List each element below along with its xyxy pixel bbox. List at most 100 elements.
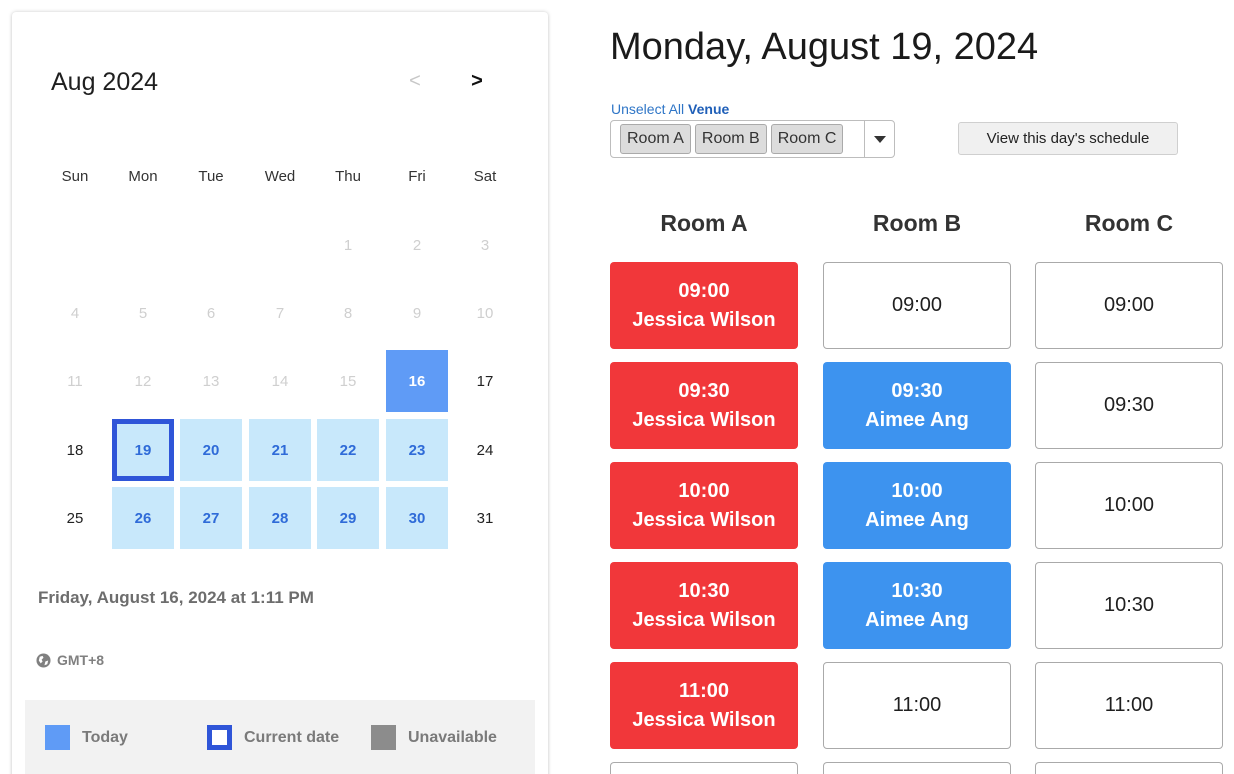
available-slot[interactable]: 11:00 [823, 662, 1011, 749]
day-cell[interactable]: 22 [317, 419, 379, 481]
page-title: Monday, August 19, 2024 [610, 26, 1039, 68]
day-cell[interactable]: 23 [386, 419, 448, 481]
available-slot[interactable]: 09:00 [823, 262, 1011, 349]
available-slot[interactable] [1035, 762, 1223, 774]
booked-slot[interactable]: 09:30 Jessica Wilson [610, 362, 798, 449]
legend-today-label: Today [82, 728, 128, 746]
slot-time: 09:30 [891, 379, 943, 402]
month-title: Aug 2024 [51, 68, 159, 96]
slot-time: 11:00 [892, 694, 942, 716]
day-cell: 5 [138, 304, 148, 322]
slot-booker: Aimee Ang [865, 408, 969, 431]
room-multiselect[interactable]: Room A Room B Room C [610, 120, 895, 158]
day-cell[interactable]: 27 [180, 487, 242, 549]
day-cell: 8 [343, 304, 353, 322]
available-slot[interactable] [610, 762, 798, 774]
slot-booker: Jessica Wilson [632, 408, 776, 431]
timezone-label: GMT+8 [57, 652, 105, 668]
day-cell[interactable]: 29 [317, 487, 379, 549]
view-day-schedule-button[interactable]: View this day's schedule [958, 122, 1178, 155]
day-cell: 4 [70, 304, 80, 322]
day-cell: 1 [343, 236, 353, 254]
slot-time: 09:30 [1103, 394, 1155, 416]
weekday-label: Sun [61, 168, 89, 185]
current-datetime: Friday, August 16, 2024 at 1:11 PM [38, 588, 314, 607]
day-cell[interactable]: 21 [249, 419, 311, 481]
prev-month-button[interactable]: < [404, 70, 426, 93]
selected-date-cell[interactable]: 19 [112, 419, 174, 481]
booked-slot[interactable]: 10:30 Jessica Wilson [610, 562, 798, 649]
booked-slot[interactable]: 10:00 Aimee Ang [823, 462, 1011, 549]
weekday-label: Tue [198, 168, 224, 185]
slot-time: 09:30 [678, 379, 730, 402]
day-cell: 13 [202, 372, 220, 390]
slot-time: 09:00 [891, 294, 943, 316]
venue-label: Venue [688, 101, 730, 117]
day-cell: 10 [476, 304, 494, 322]
slot-booker: Jessica Wilson [632, 508, 776, 531]
available-slot[interactable]: 09:00 [1035, 262, 1223, 349]
room-chip-c[interactable]: Room C [770, 124, 844, 154]
slot-time: 11:00 [678, 679, 730, 702]
day-cell[interactable]: 20 [180, 419, 242, 481]
booked-slot[interactable]: 10:30 Aimee Ang [823, 562, 1011, 649]
unavailable-swatch [371, 725, 396, 750]
slot-time: 10:00 [678, 479, 730, 502]
day-cell: 31 [476, 509, 494, 527]
slot-booker: Jessica Wilson [632, 308, 776, 331]
booked-slot[interactable]: 09:00 Jessica Wilson [610, 262, 798, 349]
slot-booker: Jessica Wilson [632, 708, 776, 731]
available-slot[interactable]: 11:00 [1035, 662, 1223, 749]
day-cell: 9 [412, 304, 422, 322]
day-cell: 11 [67, 372, 83, 390]
day-cell: 7 [275, 304, 285, 322]
room-header-b: Room B [872, 210, 962, 236]
venue-filter-label: Unselect All Venue [611, 101, 729, 117]
dropdown-arrow-icon[interactable] [864, 121, 894, 157]
available-slot[interactable]: 10:00 [1035, 462, 1223, 549]
weekday-label: Wed [264, 168, 296, 185]
globe-icon [36, 652, 51, 668]
weekday-label: Sat [473, 168, 497, 185]
slot-time: 10:00 [891, 479, 943, 502]
legend-today: Today [45, 725, 128, 750]
day-cell[interactable]: 26 [112, 487, 174, 549]
weekday-label: Mon [128, 168, 158, 185]
slot-booker: Jessica Wilson [632, 608, 776, 631]
available-slot[interactable]: 09:30 [1035, 362, 1223, 449]
weekday-label: Thu [335, 168, 361, 185]
slot-time: 09:00 [1103, 294, 1155, 316]
day-cell: 14 [271, 372, 289, 390]
legend-unavailable: Unavailable [371, 725, 497, 750]
day-cell: 2 [412, 236, 422, 254]
day-cell[interactable]: 30 [386, 487, 448, 549]
available-slot[interactable] [823, 762, 1011, 774]
timezone: GMT+8 [36, 652, 104, 668]
slot-time: 10:30 [1103, 594, 1155, 616]
day-cell: 25 [66, 509, 84, 527]
next-month-button[interactable]: > [466, 70, 488, 93]
booked-slot[interactable]: 09:30 Aimee Ang [823, 362, 1011, 449]
available-slot[interactable]: 10:30 [1035, 562, 1223, 649]
room-chip-b[interactable]: Room B [694, 124, 767, 154]
day-cell: 18 [66, 441, 84, 459]
booked-slot[interactable]: 10:00 Jessica Wilson [610, 462, 798, 549]
calendar-panel: Aug 2024 < > Sun Mon Tue Wed Thu Fri Sat 12345… [12, 12, 548, 774]
day-cell: 15 [339, 372, 357, 390]
booked-slot[interactable]: 11:00 Jessica Wilson [610, 662, 798, 749]
day-cell: 12 [134, 372, 152, 390]
room-header-c: Room C [1084, 210, 1174, 236]
day-cell[interactable]: 28 [249, 487, 311, 549]
unselect-all-link[interactable]: Unselect All [611, 101, 684, 117]
legend: Today Current date Unavailable [25, 700, 535, 774]
today-cell[interactable]: 16 [386, 350, 448, 412]
slot-booker: Aimee Ang [865, 608, 969, 631]
day-cell: 17 [476, 372, 494, 390]
slot-time: 10:00 [1103, 494, 1155, 516]
room-chip-a[interactable]: Room A [620, 124, 691, 154]
day-cell: 24 [476, 441, 494, 459]
slot-time: 09:00 [678, 279, 730, 302]
legend-current: Current date [207, 725, 339, 750]
current-date-swatch [207, 725, 232, 750]
weekday-label: Fri [408, 168, 426, 185]
